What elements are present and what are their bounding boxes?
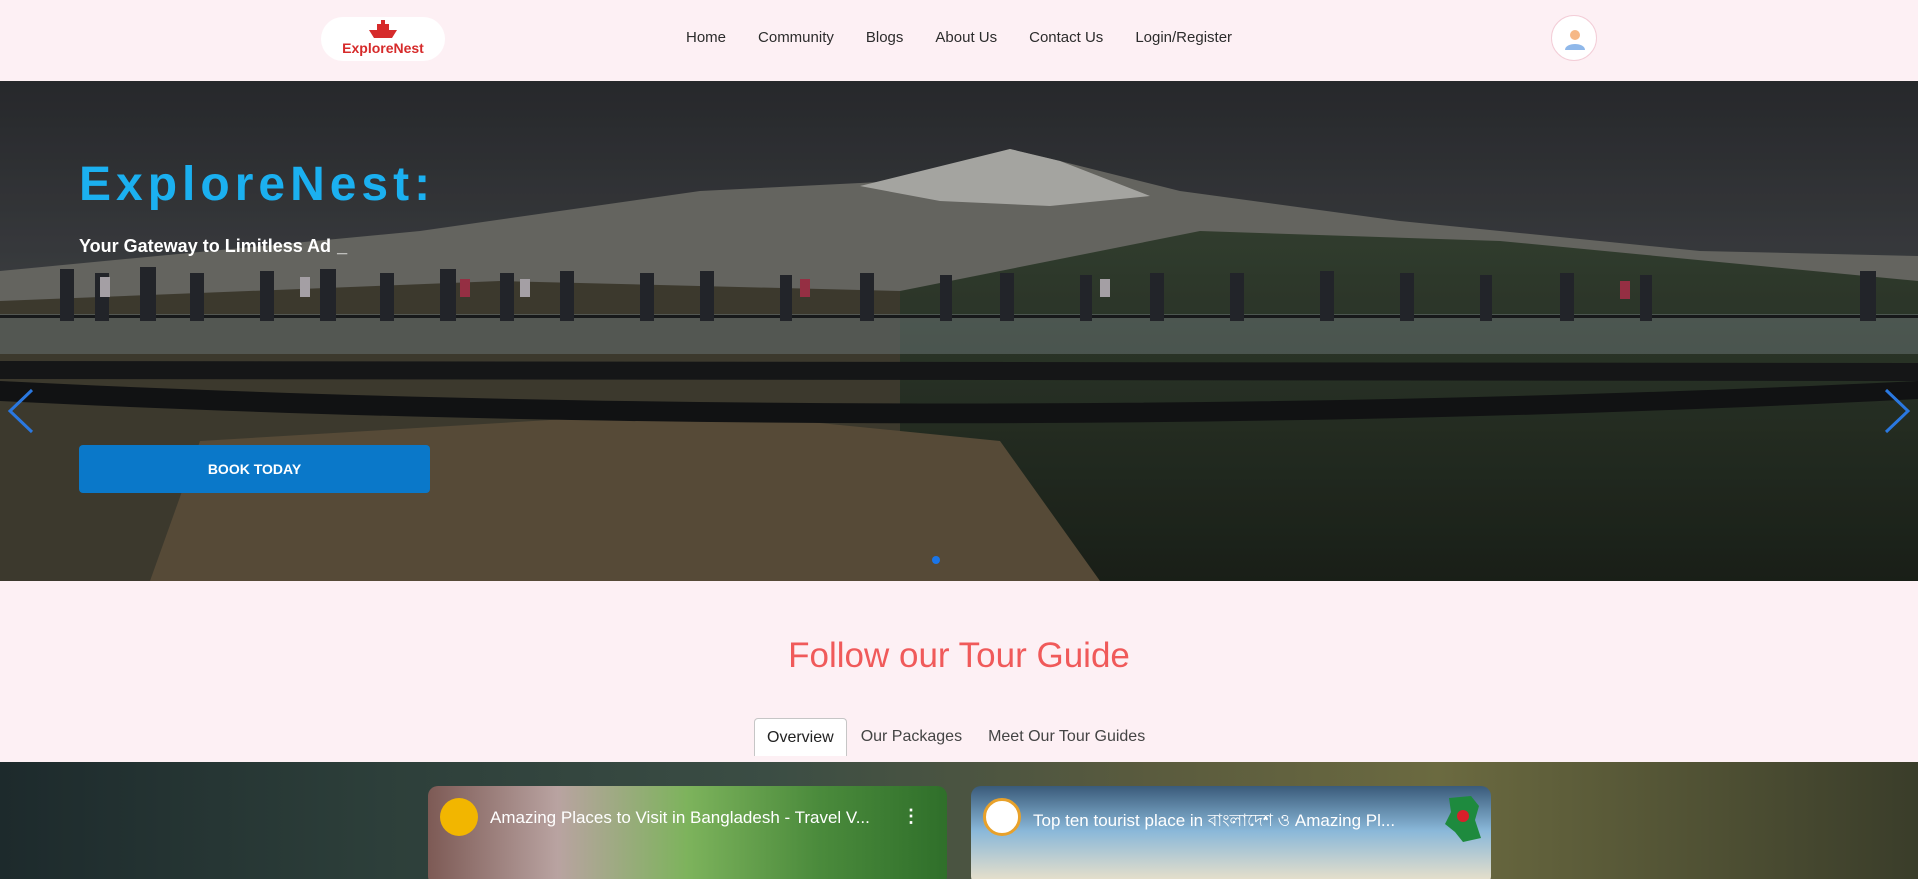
carousel-pagination-dot[interactable] xyxy=(932,556,940,564)
main-nav: Home Community Blogs About Us Contact Us… xyxy=(686,29,1264,46)
tab-meet-our-tour-guides[interactable]: Meet Our Tour Guides xyxy=(976,718,1157,755)
hero-carousel: ExploreNest: Your Gateway to Limitless A… xyxy=(0,81,1918,581)
hero-background-image xyxy=(0,81,1918,581)
hero-subtitle: Your Gateway to Limitless Ad _ xyxy=(79,236,347,257)
video-card[interactable]: Amazing Places to Visit in Bangladesh - … xyxy=(428,786,947,879)
channel-avatar[interactable] xyxy=(440,798,478,836)
tab-our-packages[interactable]: Our Packages xyxy=(849,718,974,755)
channel-avatar[interactable] xyxy=(983,798,1021,836)
brand-name: ExploreNest xyxy=(342,40,424,56)
nav-login-register[interactable]: Login/Register xyxy=(1135,29,1232,46)
navbar: ExploreNest Home Community Blogs About U… xyxy=(0,0,1918,81)
video-card[interactable]: Top ten tourist place in বাংলাদেশ ও Amaz… xyxy=(971,786,1491,879)
section-title: Follow our Tour Guide xyxy=(788,636,1130,675)
user-icon xyxy=(1565,30,1585,50)
video-title[interactable]: Amazing Places to Visit in Bangladesh - … xyxy=(490,808,875,828)
boat-icon xyxy=(369,20,397,38)
bangladesh-map-icon xyxy=(1445,796,1481,842)
nav-blogs[interactable]: Blogs xyxy=(866,29,904,46)
guide-tabs: Overview Our Packages Meet Our Tour Guid… xyxy=(754,718,1159,756)
chevron-left-icon[interactable] xyxy=(6,386,36,436)
typing-cursor: _ xyxy=(337,236,348,256)
nav-about-us[interactable]: About Us xyxy=(935,29,997,46)
nav-community[interactable]: Community xyxy=(758,29,834,46)
nav-home[interactable]: Home xyxy=(686,29,726,46)
kebab-menu-icon[interactable]: ⋮ xyxy=(902,806,920,827)
video-section: Amazing Places to Visit in Bangladesh - … xyxy=(0,762,1918,879)
nav-contact-us[interactable]: Contact Us xyxy=(1029,29,1103,46)
tab-overview[interactable]: Overview xyxy=(754,718,847,756)
brand-logo[interactable]: ExploreNest xyxy=(321,17,445,61)
video-title[interactable]: Top ten tourist place in বাংলাদেশ ও Amaz… xyxy=(1033,808,1418,836)
hero-subtitle-text: Your Gateway to Limitless Ad xyxy=(79,236,332,256)
user-avatar-button[interactable] xyxy=(1551,15,1597,61)
book-today-button[interactable]: BOOK TODAY xyxy=(79,445,430,493)
hero-title: ExploreNest: xyxy=(79,158,436,211)
chevron-right-icon[interactable] xyxy=(1882,386,1912,436)
